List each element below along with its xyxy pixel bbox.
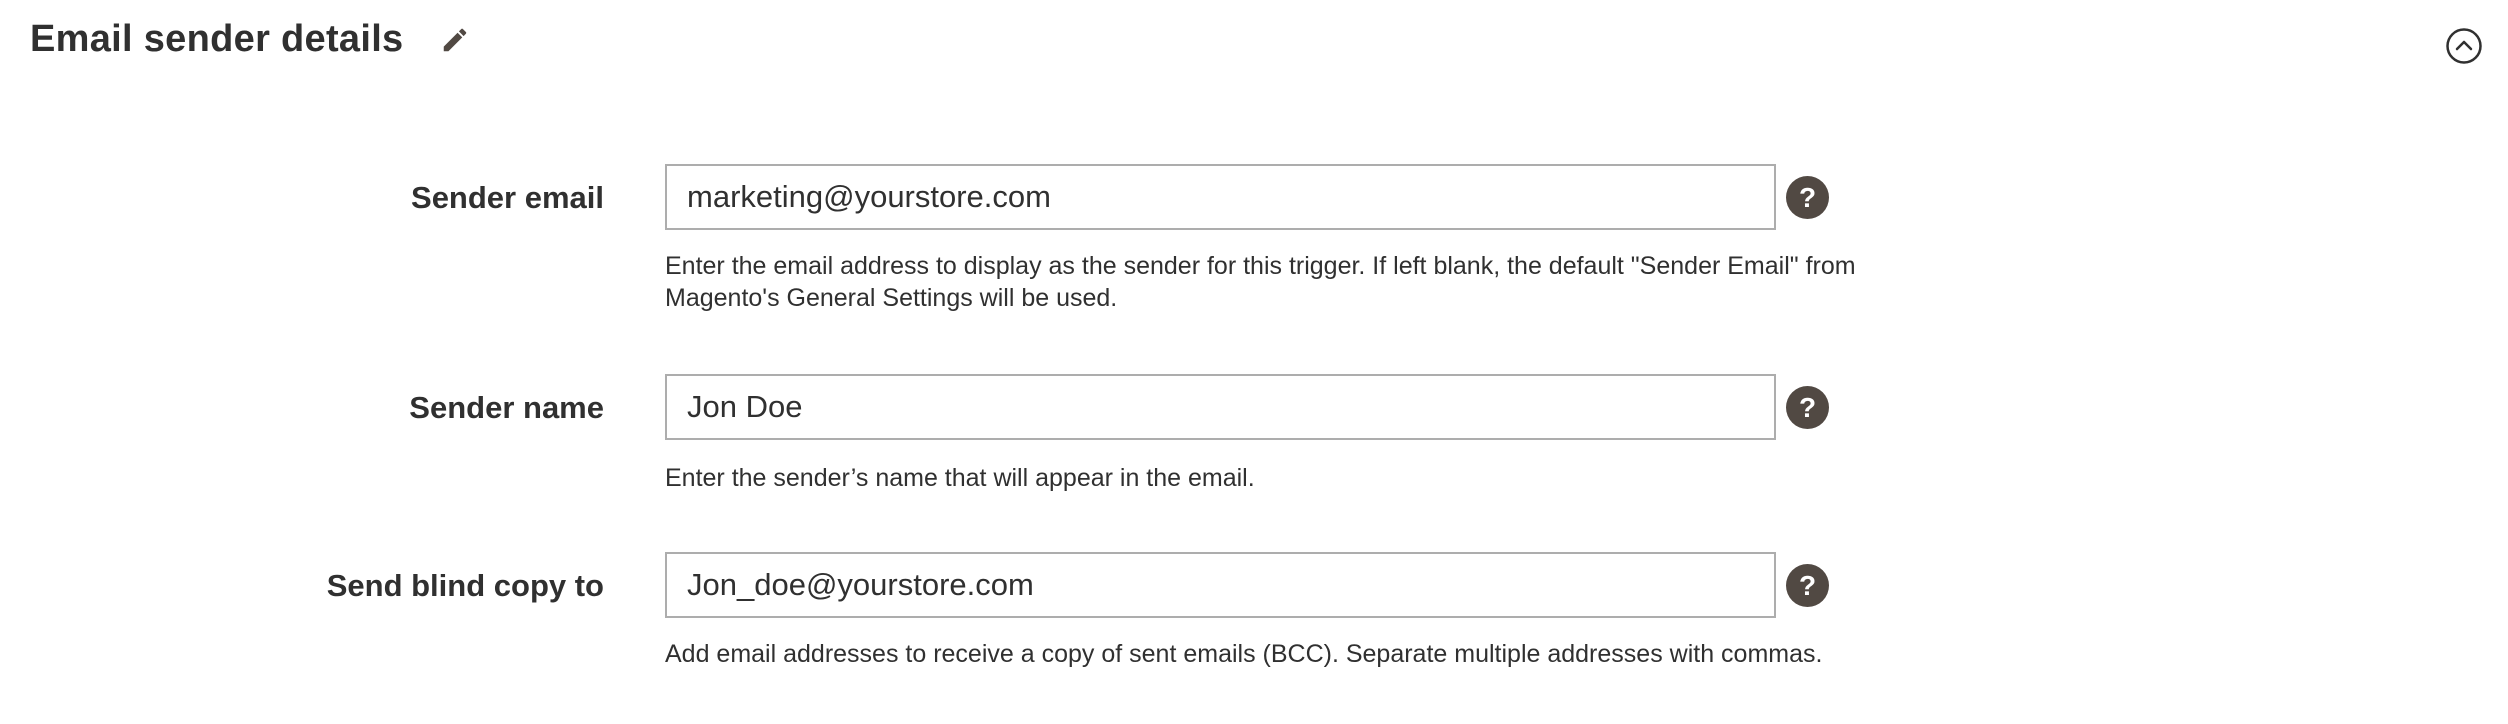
svg-text:?: ? <box>1799 182 1816 213</box>
chevron-up-circle-icon[interactable] <box>2446 28 2482 64</box>
bcc-note: Add email addresses to receive a copy of… <box>665 640 1823 668</box>
sender-email-input[interactable] <box>665 164 1776 230</box>
sender-email-label: Sender email <box>411 180 604 215</box>
section-title: Email sender details <box>30 18 404 60</box>
sender-name-label: Sender name <box>409 390 604 425</box>
help-icon[interactable]: ? <box>1786 564 1829 607</box>
svg-text:?: ? <box>1799 392 1816 423</box>
sender-name-note: Enter the sender’s name that will appear… <box>665 464 1255 492</box>
svg-text:?: ? <box>1799 570 1816 601</box>
section-header: Email sender details <box>30 18 472 61</box>
bcc-input[interactable] <box>665 552 1776 618</box>
bcc-label: Send blind copy to <box>326 568 604 603</box>
pencil-icon[interactable] <box>438 23 472 57</box>
help-icon[interactable]: ? <box>1786 386 1829 429</box>
sender-name-input[interactable] <box>665 374 1776 440</box>
help-icon[interactable]: ? <box>1786 176 1829 219</box>
sender-email-note: Enter the email address to display as th… <box>665 252 1856 312</box>
